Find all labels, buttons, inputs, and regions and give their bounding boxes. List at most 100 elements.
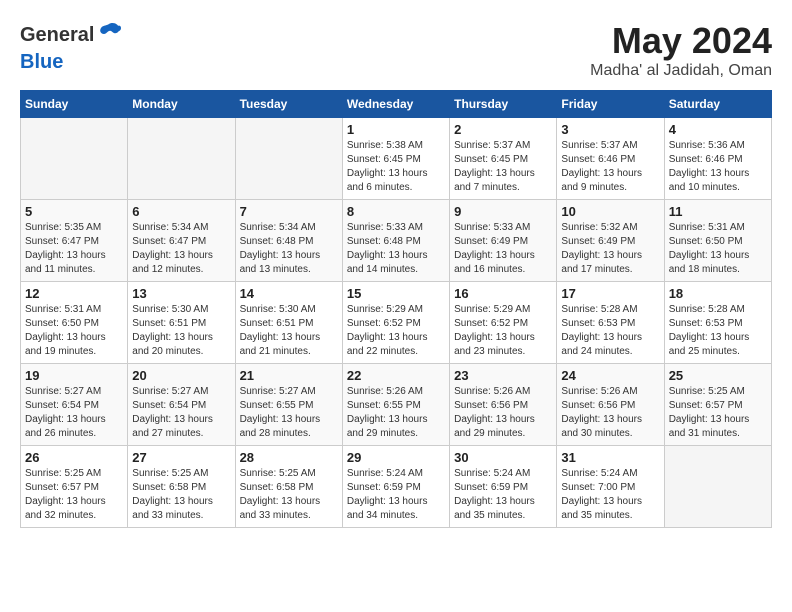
day-info: Sunrise: 5:32 AM Sunset: 6:49 PM Dayligh…: [561, 221, 659, 277]
day-number: 24: [561, 368, 659, 383]
weekday-header-sunday: Sunday: [21, 91, 128, 118]
calendar-cell: 29 Sunrise: 5:24 AM Sunset: 6:59 PM Dayli…: [342, 446, 449, 528]
day-info: Sunrise: 5:34 AM Sunset: 6:47 PM Dayligh…: [132, 221, 230, 277]
day-number: 20: [132, 368, 230, 383]
day-number: 5: [25, 204, 123, 219]
calendar-week-row: 5 Sunrise: 5:35 AM Sunset: 6:47 PM Daylig…: [21, 200, 772, 282]
page-header: General Blue May 2024 Madha' al Jadidah,…: [20, 20, 772, 80]
location-subtitle: Madha' al Jadidah, Oman: [590, 62, 772, 80]
day-info: Sunrise: 5:27 AM Sunset: 6:55 PM Dayligh…: [240, 385, 338, 441]
calendar-cell: 12Sunrise: 5:31 AM Sunset: 6:50 PM Dayli…: [21, 282, 128, 364]
logo-general-text: General: [20, 24, 94, 47]
calendar-cell: 21 Sunrise: 5:27 AM Sunset: 6:55 PM Dayli…: [235, 364, 342, 446]
day-info: Sunrise: 5:25 AM Sunset: 6:57 PM Dayligh…: [25, 467, 123, 523]
day-number: 26: [25, 450, 123, 465]
calendar-cell: 5 Sunrise: 5:35 AM Sunset: 6:47 PM Daylig…: [21, 200, 128, 282]
day-number: 11: [669, 204, 767, 219]
calendar-cell: 8 Sunrise: 5:33 AM Sunset: 6:48 PM Daylig…: [342, 200, 449, 282]
calendar-cell: [128, 118, 235, 200]
calendar-week-row: 19 Sunrise: 5:27 AM Sunset: 6:54 PM Dayli…: [21, 364, 772, 446]
calendar-cell: 16 Sunrise: 5:29 AM Sunset: 6:52 PM Dayli…: [450, 282, 557, 364]
day-info: Sunrise: 5:37 AM Sunset: 6:45 PM Dayligh…: [454, 139, 552, 195]
calendar-cell: 25 Sunrise: 5:25 AM Sunset: 6:57 PM Dayli…: [664, 364, 771, 446]
day-info: Sunrise: 5:35 AM Sunset: 6:47 PM Dayligh…: [25, 221, 123, 277]
weekday-header-wednesday: Wednesday: [342, 91, 449, 118]
day-number: 4: [669, 122, 767, 137]
day-info: Sunrise: 5:34 AM Sunset: 6:48 PM Dayligh…: [240, 221, 338, 277]
day-number: 22: [347, 368, 445, 383]
calendar-cell: 15 Sunrise: 5:29 AM Sunset: 6:52 PM Dayli…: [342, 282, 449, 364]
day-number: 23: [454, 368, 552, 383]
day-info: Sunrise: 5:33 AM Sunset: 6:48 PM Dayligh…: [347, 221, 445, 277]
day-info: Sunrise: 5:38 AM Sunset: 6:45 PM Dayligh…: [347, 139, 445, 195]
day-info: Sunrise: 5:26 AM Sunset: 6:56 PM Dayligh…: [454, 385, 552, 441]
weekday-header-friday: Friday: [557, 91, 664, 118]
calendar-cell: 10 Sunrise: 5:32 AM Sunset: 6:49 PM Dayli…: [557, 200, 664, 282]
calendar-cell: 26 Sunrise: 5:25 AM Sunset: 6:57 PM Dayli…: [21, 446, 128, 528]
logo-blue-text: Blue: [20, 51, 63, 73]
day-number: 14: [240, 286, 338, 301]
calendar-week-row: 1 Sunrise: 5:38 AM Sunset: 6:45 PM Daylig…: [21, 118, 772, 200]
calendar-cell: 1 Sunrise: 5:38 AM Sunset: 6:45 PM Daylig…: [342, 118, 449, 200]
calendar-cell: [21, 118, 128, 200]
calendar-cell: 4Sunrise: 5:36 AM Sunset: 6:46 PM Daylig…: [664, 118, 771, 200]
calendar-cell: 18Sunrise: 5:28 AM Sunset: 6:53 PM Dayli…: [664, 282, 771, 364]
day-number: 3: [561, 122, 659, 137]
calendar-cell: 2 Sunrise: 5:37 AM Sunset: 6:45 PM Daylig…: [450, 118, 557, 200]
day-number: 17: [561, 286, 659, 301]
day-info: Sunrise: 5:26 AM Sunset: 6:56 PM Dayligh…: [561, 385, 659, 441]
calendar-cell: 14Sunrise: 5:30 AM Sunset: 6:51 PM Dayli…: [235, 282, 342, 364]
day-number: 31: [561, 450, 659, 465]
day-info: Sunrise: 5:24 AM Sunset: 6:59 PM Dayligh…: [454, 467, 552, 523]
calendar-cell: 27Sunrise: 5:25 AM Sunset: 6:58 PM Dayli…: [128, 446, 235, 528]
day-number: 29: [347, 450, 445, 465]
day-info: Sunrise: 5:31 AM Sunset: 6:50 PM Dayligh…: [25, 303, 123, 359]
calendar-cell: 23 Sunrise: 5:26 AM Sunset: 6:56 PM Dayli…: [450, 364, 557, 446]
day-info: Sunrise: 5:24 AM Sunset: 7:00 PM Dayligh…: [561, 467, 659, 523]
day-number: 28: [240, 450, 338, 465]
calendar-cell: 9 Sunrise: 5:33 AM Sunset: 6:49 PM Daylig…: [450, 200, 557, 282]
calendar-cell: [664, 446, 771, 528]
day-info: Sunrise: 5:27 AM Sunset: 6:54 PM Dayligh…: [25, 385, 123, 441]
calendar-week-row: 12Sunrise: 5:31 AM Sunset: 6:50 PM Dayli…: [21, 282, 772, 364]
day-number: 16: [454, 286, 552, 301]
weekday-header-tuesday: Tuesday: [235, 91, 342, 118]
day-number: 19: [25, 368, 123, 383]
day-info: Sunrise: 5:27 AM Sunset: 6:54 PM Dayligh…: [132, 385, 230, 441]
day-info: Sunrise: 5:25 AM Sunset: 6:58 PM Dayligh…: [240, 467, 338, 523]
day-number: 10: [561, 204, 659, 219]
calendar-cell: 7 Sunrise: 5:34 AM Sunset: 6:48 PM Daylig…: [235, 200, 342, 282]
day-number: 15: [347, 286, 445, 301]
calendar-table: SundayMondayTuesdayWednesdayThursdayFrid…: [20, 90, 772, 528]
day-number: 30: [454, 450, 552, 465]
day-info: Sunrise: 5:29 AM Sunset: 6:52 PM Dayligh…: [454, 303, 552, 359]
day-number: 25: [669, 368, 767, 383]
day-number: 9: [454, 204, 552, 219]
day-info: Sunrise: 5:37 AM Sunset: 6:46 PM Dayligh…: [561, 139, 659, 195]
day-info: Sunrise: 5:30 AM Sunset: 6:51 PM Dayligh…: [132, 303, 230, 359]
weekday-header-saturday: Saturday: [664, 91, 771, 118]
calendar-cell: 17 Sunrise: 5:28 AM Sunset: 6:53 PM Dayli…: [557, 282, 664, 364]
day-number: 6: [132, 204, 230, 219]
day-number: 1: [347, 122, 445, 137]
month-year-title: May 2024: [590, 20, 772, 62]
calendar-week-row: 26 Sunrise: 5:25 AM Sunset: 6:57 PM Dayli…: [21, 446, 772, 528]
day-info: Sunrise: 5:25 AM Sunset: 6:57 PM Dayligh…: [669, 385, 767, 441]
day-info: Sunrise: 5:28 AM Sunset: 6:53 PM Dayligh…: [561, 303, 659, 359]
calendar-cell: 30 Sunrise: 5:24 AM Sunset: 6:59 PM Dayli…: [450, 446, 557, 528]
calendar-cell: 19 Sunrise: 5:27 AM Sunset: 6:54 PM Dayli…: [21, 364, 128, 446]
day-info: Sunrise: 5:33 AM Sunset: 6:49 PM Dayligh…: [454, 221, 552, 277]
calendar-cell: 11Sunrise: 5:31 AM Sunset: 6:50 PM Dayli…: [664, 200, 771, 282]
day-number: 2: [454, 122, 552, 137]
calendar-cell: 24 Sunrise: 5:26 AM Sunset: 6:56 PM Dayli…: [557, 364, 664, 446]
weekday-header-row: SundayMondayTuesdayWednesdayThursdayFrid…: [21, 91, 772, 118]
day-info: Sunrise: 5:29 AM Sunset: 6:52 PM Dayligh…: [347, 303, 445, 359]
day-number: 21: [240, 368, 338, 383]
day-number: 7: [240, 204, 338, 219]
calendar-cell: 22Sunrise: 5:26 AM Sunset: 6:55 PM Dayli…: [342, 364, 449, 446]
day-info: Sunrise: 5:28 AM Sunset: 6:53 PM Dayligh…: [669, 303, 767, 359]
logo: General Blue: [20, 20, 122, 74]
logo-bird-icon: [96, 20, 122, 46]
day-info: Sunrise: 5:24 AM Sunset: 6:59 PM Dayligh…: [347, 467, 445, 523]
day-number: 8: [347, 204, 445, 219]
